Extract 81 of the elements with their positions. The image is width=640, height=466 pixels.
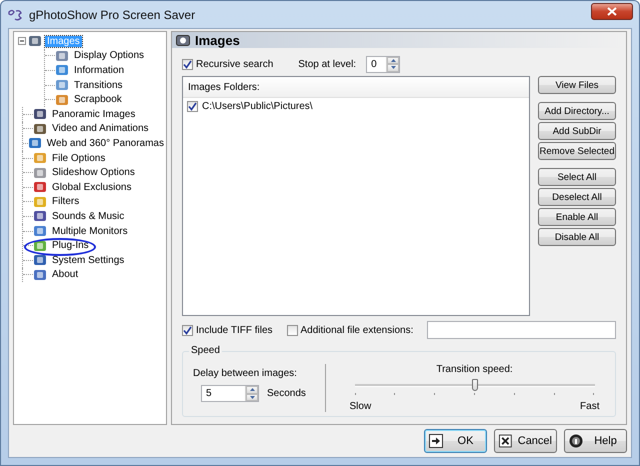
slider-thumb[interactable] — [472, 379, 478, 391]
checkbox[interactable] — [286, 324, 298, 336]
item-icon — [33, 210, 47, 222]
tree-item[interactable]: Multiple Monitors — [50, 226, 130, 237]
dialog-button[interactable]: Cancel — [494, 429, 557, 453]
tree-item[interactable]: About — [50, 269, 80, 280]
action-button[interactable]: Disable All — [538, 228, 616, 246]
item-icon — [33, 122, 47, 135]
item-icon — [33, 268, 47, 281]
up-arrow-icon — [390, 58, 396, 62]
spin-down-button[interactable] — [387, 64, 400, 72]
action-button[interactable]: View Files — [538, 76, 616, 94]
item-icon — [28, 35, 42, 48]
checkbox[interactable] — [182, 324, 193, 336]
item-icon — [55, 94, 69, 106]
tree-item[interactable]: Filters — [50, 196, 82, 208]
item-icon — [33, 254, 47, 266]
minus-icon — [19, 38, 25, 44]
spin-up-button[interactable] — [387, 56, 400, 64]
action-button[interactable]: Remove Selected — [538, 142, 616, 160]
tree-item[interactable]: Slideshow Options — [50, 167, 137, 178]
item-icon — [33, 196, 47, 208]
panel-title: Images — [195, 32, 240, 48]
app-logo-icon — [7, 8, 23, 20]
slider-label: Transition speed: — [436, 364, 513, 375]
item-icon — [33, 225, 47, 238]
tree-item[interactable]: Sounds & Music — [50, 210, 126, 222]
tree-item[interactable]: File Options — [50, 152, 108, 164]
tree-item[interactable]: Video and Animations — [50, 123, 151, 134]
tree-item[interactable]: Web and 360° Panoramas — [44, 138, 166, 149]
item-icon — [33, 108, 47, 120]
tree-item[interactable]: Global Exclusions — [50, 182, 134, 193]
dialog-button[interactable]: OK — [424, 429, 487, 453]
item-icon — [33, 152, 47, 164]
checkbox-label: Additional file extensions: — [300, 324, 414, 336]
down-arrow-icon — [250, 396, 254, 399]
item-icon — [55, 64, 69, 76]
field-label: Stop at level: — [298, 58, 356, 70]
tree-item[interactable]: Plug-Ins — [50, 240, 91, 252]
folder-path[interactable]: C:\Users\Public\Pictures\ — [202, 101, 313, 112]
checkbox-label: Recursive search — [196, 58, 274, 70]
spin-field[interactable]: 5 — [201, 385, 259, 402]
dialog-button[interactable]: Help — [564, 429, 627, 453]
item-icon — [55, 79, 69, 92]
spin-field[interactable]: 0 — [366, 56, 400, 72]
window-title: gPhotoShow Pro Screen Saver — [29, 8, 196, 22]
slider-min-label: Slow — [350, 401, 372, 412]
x-icon — [499, 434, 512, 448]
item-icon — [33, 240, 47, 252]
action-button[interactable]: Add SubDir — [538, 122, 616, 140]
item-icon — [55, 50, 69, 62]
action-button[interactable]: Select All — [538, 168, 616, 186]
help-icon — [569, 434, 583, 448]
slider-max-label: Fast — [580, 401, 600, 412]
speed-slider[interactable] — [354, 379, 594, 391]
unit-label: Seconds — [267, 388, 306, 399]
highlight-ellipse — [24, 238, 96, 256]
tree-item[interactable]: System Settings — [50, 254, 126, 266]
up-arrow-icon — [250, 388, 254, 392]
field-label: Delay between images: — [193, 368, 298, 379]
tree-item[interactable]: Scrapbook — [72, 94, 124, 106]
tree-item[interactable]: Information — [72, 64, 126, 76]
camera-icon — [176, 34, 190, 46]
close-button[interactable] — [591, 3, 633, 20]
tree-item[interactable]: Display Options — [72, 50, 146, 62]
down-arrow-icon — [390, 66, 396, 70]
tree-item[interactable]: Transitions — [72, 80, 125, 91]
action-button[interactable]: Enable All — [538, 208, 616, 226]
collapse-toggle[interactable] — [18, 37, 26, 46]
spin-up-button[interactable] — [246, 386, 258, 394]
item-icon — [28, 137, 42, 150]
checkbox-label: Include TIFF files — [196, 324, 273, 336]
checkbox[interactable] — [187, 101, 198, 112]
close-icon — [607, 7, 617, 16]
action-button[interactable]: Deselect All — [538, 188, 616, 206]
extensions-field[interactable] — [427, 321, 616, 339]
action-button[interactable]: Add Directory... — [538, 102, 616, 120]
item-icon — [33, 181, 47, 194]
tree-item[interactable]: Panoramic Images — [50, 108, 138, 120]
group-title: Speed — [189, 345, 222, 356]
checkbox[interactable] — [182, 58, 193, 70]
